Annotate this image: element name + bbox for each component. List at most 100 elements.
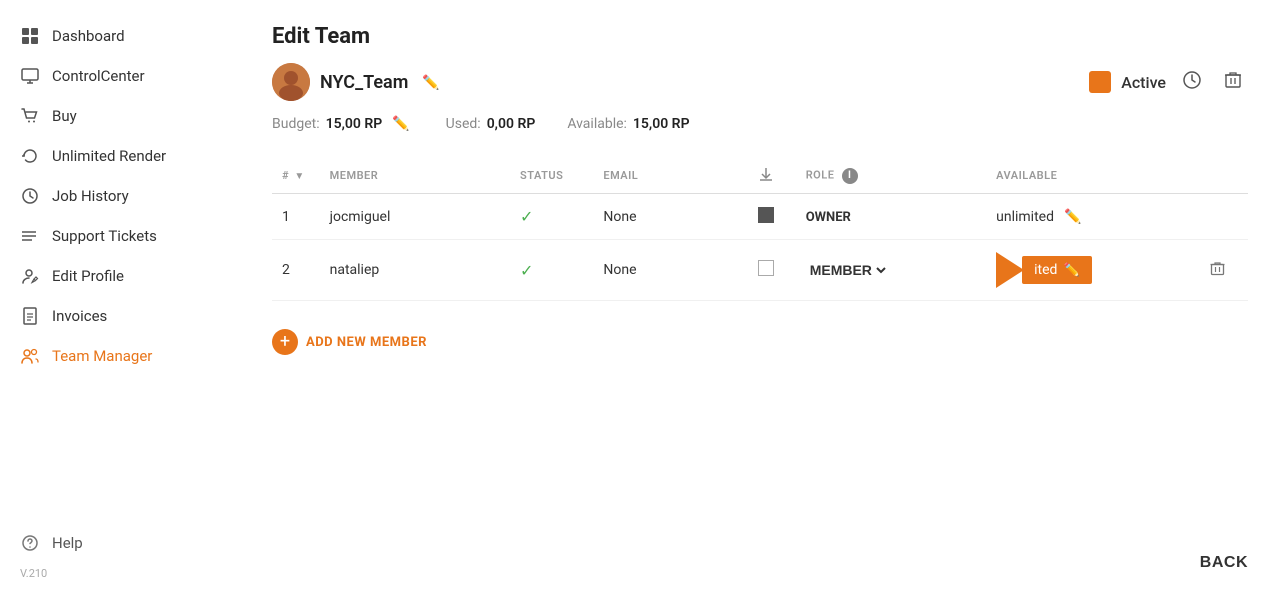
col-header-download <box>748 158 796 194</box>
used-item: Used: 0,00 RP <box>446 116 536 132</box>
col-header-member: MEMBER <box>320 158 510 194</box>
grid-icon <box>20 26 40 46</box>
row1-available-cell: unlimited ✏️ <box>996 206 1190 227</box>
col-header-actions <box>1200 158 1248 194</box>
sidebar-label-unlimited-render: Unlimited Render <box>52 147 166 165</box>
team-name-row: NYC_Team ✏️ <box>272 63 444 101</box>
row2-num: 2 <box>272 240 320 301</box>
sidebar-item-dashboard[interactable]: Dashboard <box>0 16 240 56</box>
delete-team-button[interactable] <box>1218 69 1248 96</box>
user-edit-icon <box>20 266 40 286</box>
row2-delete-button[interactable] <box>1210 261 1225 279</box>
sidebar-label-dashboard: Dashboard <box>52 27 125 45</box>
help-label: Help <box>52 534 83 552</box>
row1-role: OWNER <box>796 194 986 240</box>
clock-icon <box>20 186 40 206</box>
check-icon: ✓ <box>520 261 533 280</box>
sort-icon: ▼ <box>294 171 304 182</box>
add-new-member-row[interactable]: + ADD NEW MEMBER <box>272 329 1248 355</box>
available-highlight-box: ited ✏️ <box>1022 256 1092 284</box>
row2-role: MEMBER OWNER <box>796 240 986 301</box>
team-avatar <box>272 63 310 101</box>
active-status-indicator <box>1089 71 1111 93</box>
sidebar: Dashboard ControlCenter Buy <box>0 0 240 600</box>
num-col-label: # <box>282 169 289 182</box>
table-header-row: # ▼ MEMBER STATUS EMAIL ROLE i A <box>272 158 1248 194</box>
users-icon <box>20 346 40 366</box>
sidebar-label-job-history: Job History <box>52 187 129 205</box>
sidebar-item-invoices[interactable]: Invoices <box>0 296 240 336</box>
history-button[interactable] <box>1176 68 1208 97</box>
row1-available-edit-button[interactable]: ✏️ <box>1060 206 1085 227</box>
team-header: NYC_Team ✏️ Active <box>272 63 1248 101</box>
check-icon: ✓ <box>520 207 533 226</box>
row2-actions <box>1200 240 1248 301</box>
col-header-status: STATUS <box>510 158 593 194</box>
sidebar-item-controlcenter[interactable]: ControlCenter <box>0 56 240 96</box>
file-icon <box>20 306 40 326</box>
available-value: 15,00 RP <box>633 116 690 132</box>
members-table: # ▼ MEMBER STATUS EMAIL ROLE i A <box>272 158 1248 301</box>
available-label: Available: <box>567 116 627 132</box>
active-label: Active <box>1121 73 1166 92</box>
team-name: NYC_Team <box>320 72 408 93</box>
sidebar-label-team-manager: Team Manager <box>52 347 152 365</box>
row1-actions <box>1200 194 1248 240</box>
row2-available-edit-icon[interactable]: ✏️ <box>1063 263 1079 278</box>
dl-checkbox-checked[interactable] <box>758 207 774 223</box>
active-badge-row: Active <box>1089 68 1248 97</box>
monitor-icon <box>20 66 40 86</box>
row2-member: nataliep <box>320 240 510 301</box>
col-header-email: EMAIL <box>593 158 748 194</box>
row2-role-select[interactable]: MEMBER OWNER <box>806 261 889 279</box>
col-header-role: ROLE i <box>796 158 986 194</box>
page-title: Edit Team <box>272 24 1248 49</box>
cart-icon <box>20 106 40 126</box>
budget-item: Budget: 15,00 RP ✏️ <box>272 113 414 134</box>
budget-row: Budget: 15,00 RP ✏️ Used: 0,00 RP Availa… <box>272 113 1248 134</box>
row2-available-text: ited <box>1034 262 1057 278</box>
table-row: 1 jocmiguel ✓ None OWNER unlimited ✏️ <box>272 194 1248 240</box>
sidebar-item-buy[interactable]: Buy <box>0 96 240 136</box>
row1-available-text: unlimited <box>996 209 1054 225</box>
sidebar-item-support-tickets[interactable]: Support Tickets <box>0 216 240 256</box>
refresh-icon <box>20 146 40 166</box>
sidebar-label-invoices: Invoices <box>52 307 107 325</box>
dl-checkbox-empty[interactable] <box>758 260 774 276</box>
used-value: 0,00 RP <box>487 116 536 132</box>
sidebar-item-job-history[interactable]: Job History <box>0 176 240 216</box>
row2-available-highlighted: ited ✏️ <box>996 252 1190 288</box>
role-info-icon[interactable]: i <box>842 168 858 184</box>
team-name-edit-button[interactable]: ✏️ <box>418 72 443 93</box>
row1-dl <box>748 194 796 240</box>
add-circle-icon: + <box>272 329 298 355</box>
sidebar-label-controlcenter: ControlCenter <box>52 67 145 85</box>
orange-arrow <box>996 252 1024 288</box>
sidebar-item-edit-profile[interactable]: Edit Profile <box>0 256 240 296</box>
list-icon <box>20 226 40 246</box>
sidebar-item-unlimited-render[interactable]: Unlimited Render <box>0 136 240 176</box>
used-label: Used: <box>446 116 481 132</box>
row1-status: ✓ <box>510 194 593 240</box>
app-version: V.210 <box>0 563 240 584</box>
budget-edit-button[interactable]: ✏️ <box>388 113 413 134</box>
row1-num: 1 <box>272 194 320 240</box>
help-icon <box>20 533 40 553</box>
sidebar-item-help[interactable]: Help <box>0 523 240 563</box>
back-button[interactable]: BACK <box>1200 554 1248 572</box>
add-member-label: ADD NEW MEMBER <box>306 335 427 350</box>
row2-dl <box>748 240 796 301</box>
table-row: 2 nataliep ✓ None MEMBER OWNER <box>272 240 1248 301</box>
row1-member: jocmiguel <box>320 194 510 240</box>
row2-available: ited ✏️ <box>986 240 1200 301</box>
sidebar-label-buy: Buy <box>52 107 77 125</box>
available-item: Available: 15,00 RP <box>567 116 689 132</box>
row2-status: ✓ <box>510 240 593 301</box>
row1-email: None <box>593 194 748 240</box>
col-header-num: # ▼ <box>272 158 320 194</box>
sidebar-item-team-manager[interactable]: Team Manager <box>0 336 240 376</box>
main-content: Edit Team NYC_Team ✏️ Active <box>240 0 1280 600</box>
sidebar-label-support-tickets: Support Tickets <box>52 227 157 245</box>
budget-label: Budget: <box>272 116 320 132</box>
row1-role-label: OWNER <box>806 210 851 225</box>
